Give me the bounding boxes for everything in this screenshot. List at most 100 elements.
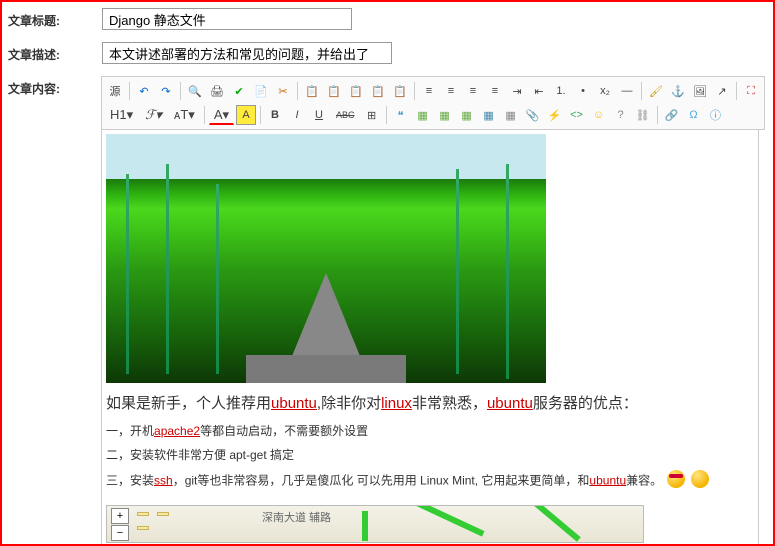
separator [641,82,642,100]
help-icon[interactable]: ? [611,105,631,125]
bold-icon[interactable]: B [265,105,285,125]
link-icon[interactable]: 🔗 [662,105,682,125]
zoom-in-button[interactable]: + [111,508,129,524]
arrow-icon[interactable]: ↗ [712,81,732,101]
emoticon-icon[interactable]: ☺ [589,105,609,125]
separator [297,82,298,100]
hr-icon[interactable]: — [617,81,637,101]
separator [204,106,205,124]
ubuntu-link-3[interactable]: ubuntu [589,473,626,487]
paste-special-icon[interactable]: 📋 [390,81,410,101]
ubuntu-link[interactable]: ubuntu [271,395,317,412]
smile-emoji-icon [691,470,709,488]
map-block [137,512,149,516]
row-title: 文章标题: [2,2,773,36]
editor-content-area[interactable]: 如果是新手，个人推荐用ubuntu,除非你对linux非常熟悉，ubuntu服务… [101,130,759,546]
map-block [137,526,149,530]
preview-icon[interactable]: 📄 [251,81,271,101]
find-icon[interactable]: 🔍 [185,81,205,101]
separator [180,82,181,100]
paste-word-icon[interactable]: 📋 [368,81,388,101]
blockquote-icon[interactable]: ❝ [391,105,411,125]
redo-icon[interactable]: ↷ [156,81,176,101]
copy-icon[interactable]: 📋 [302,81,322,101]
separator [736,82,737,100]
separator [260,106,261,124]
size-dropdown[interactable]: ᴀT▾ [169,105,200,125]
text: 三，安装 [106,473,154,487]
toolbar-row-2: H1▾ ℱ▾ ᴀT▾ A▾ A B I U ABC ⊞ ❝ ▦ ▦ ▦ [104,103,762,127]
map-road-segment [409,505,484,537]
remove-format-icon[interactable]: ⊞ [362,105,382,125]
clean-format-icon[interactable]: 🖌 [646,81,666,101]
code-icon[interactable]: <> [567,105,587,125]
about-icon[interactable]: ⓘ [706,105,726,125]
bamboo-stalk [216,184,219,374]
attachment-icon[interactable]: 📎 [523,105,543,125]
flash-icon[interactable]: ⚡ [545,105,565,125]
paragraph-2: 一，开机apache2等都自动启动，不需要额外设置 [106,422,754,440]
spellcheck-icon[interactable]: ✔ [229,81,249,101]
article-body: 如果是新手，个人推荐用ubuntu,除非你对linux非常熟悉，ubuntu服务… [106,383,754,503]
page-frame: 文章标题: 文章描述: 文章内容: 源 ↶ ↷ 🔍 🖨 ✔ [0,0,775,546]
ssh-link[interactable]: ssh [154,473,173,487]
align-center-icon[interactable]: ≡ [441,81,461,101]
print-icon[interactable]: 🖨 [207,81,227,101]
table-icon[interactable]: ▦ [479,105,499,125]
paste-text-icon[interactable]: 📋 [346,81,366,101]
special-char-icon[interactable]: Ω [684,105,704,125]
map-widget[interactable]: + − 深南大道 辅路 [106,505,644,543]
anchor-icon[interactable]: ⚓ [668,81,688,101]
field-desc [102,42,773,64]
linux-link[interactable]: linux [381,395,412,412]
text: 服务器的优点： [533,395,638,412]
bamboo-stalk [166,164,169,374]
title-input[interactable] [102,8,352,30]
object3-icon[interactable]: ▦ [457,105,477,125]
heading-dropdown[interactable]: H1▾ [105,105,138,125]
cut-icon[interactable]: ✂ [273,81,293,101]
bg-color-icon[interactable]: A [236,105,256,125]
map-block [157,512,169,516]
bamboo-image [106,134,546,383]
subscript-icon[interactable]: x₂ [595,81,615,101]
text: 非常熟悉， [412,395,487,412]
unlink-icon[interactable]: ⛓ [633,105,653,125]
label-title: 文章标题: [2,8,102,29]
cool-emoji-icon [667,470,685,488]
undo-icon[interactable]: ↶ [134,81,154,101]
zoom-out-button[interactable]: − [111,525,129,541]
bamboo-stalk [126,174,129,374]
row-content: 文章内容: 源 ↶ ↷ 🔍 🖨 ✔ 📄 ✂ 📋 📋 📋 [2,70,773,546]
map-road-segment [362,511,368,541]
align-right-icon[interactable]: ≡ [463,81,483,101]
paragraph-1: 如果是新手，个人推荐用ubuntu,除非你对linux非常熟悉，ubuntu服务… [106,393,754,416]
text-color-icon[interactable]: A▾ [209,105,234,125]
bamboo-stalk [456,169,459,374]
apache-link[interactable]: apache2 [154,424,200,438]
image-icon[interactable]: 🖼 [690,81,710,101]
indent-icon[interactable]: ⇥ [507,81,527,101]
source-icon[interactable]: 源 [105,81,125,101]
text: ，git等也非常容易，几乎是傻瓜化 可以先用用 Linux Mint, 它用起来… [173,473,590,487]
ubuntu-link-2[interactable]: ubuntu [487,395,533,412]
paste-icon[interactable]: 📋 [324,81,344,101]
object1-icon[interactable]: ▦ [413,105,433,125]
underline-icon[interactable]: U [309,105,329,125]
desc-input[interactable] [102,42,392,64]
outdent-icon[interactable]: ⇤ [529,81,549,101]
emoji-group [665,470,708,493]
ordered-list-icon[interactable]: 1. [551,81,571,101]
text: 一，开机 [106,424,154,438]
font-dropdown[interactable]: ℱ▾ [140,105,167,125]
separator [129,82,130,100]
align-left-icon[interactable]: ≡ [419,81,439,101]
unordered-list-icon[interactable]: • [573,81,593,101]
iframe-icon[interactable]: ▦ [501,105,521,125]
object2-icon[interactable]: ▦ [435,105,455,125]
align-justify-icon[interactable]: ≡ [485,81,505,101]
strike-icon[interactable]: ABC [331,105,360,125]
map-zoom-controls: + − [111,508,129,542]
maximize-icon[interactable]: ⛶ [741,81,761,101]
italic-icon[interactable]: I [287,105,307,125]
